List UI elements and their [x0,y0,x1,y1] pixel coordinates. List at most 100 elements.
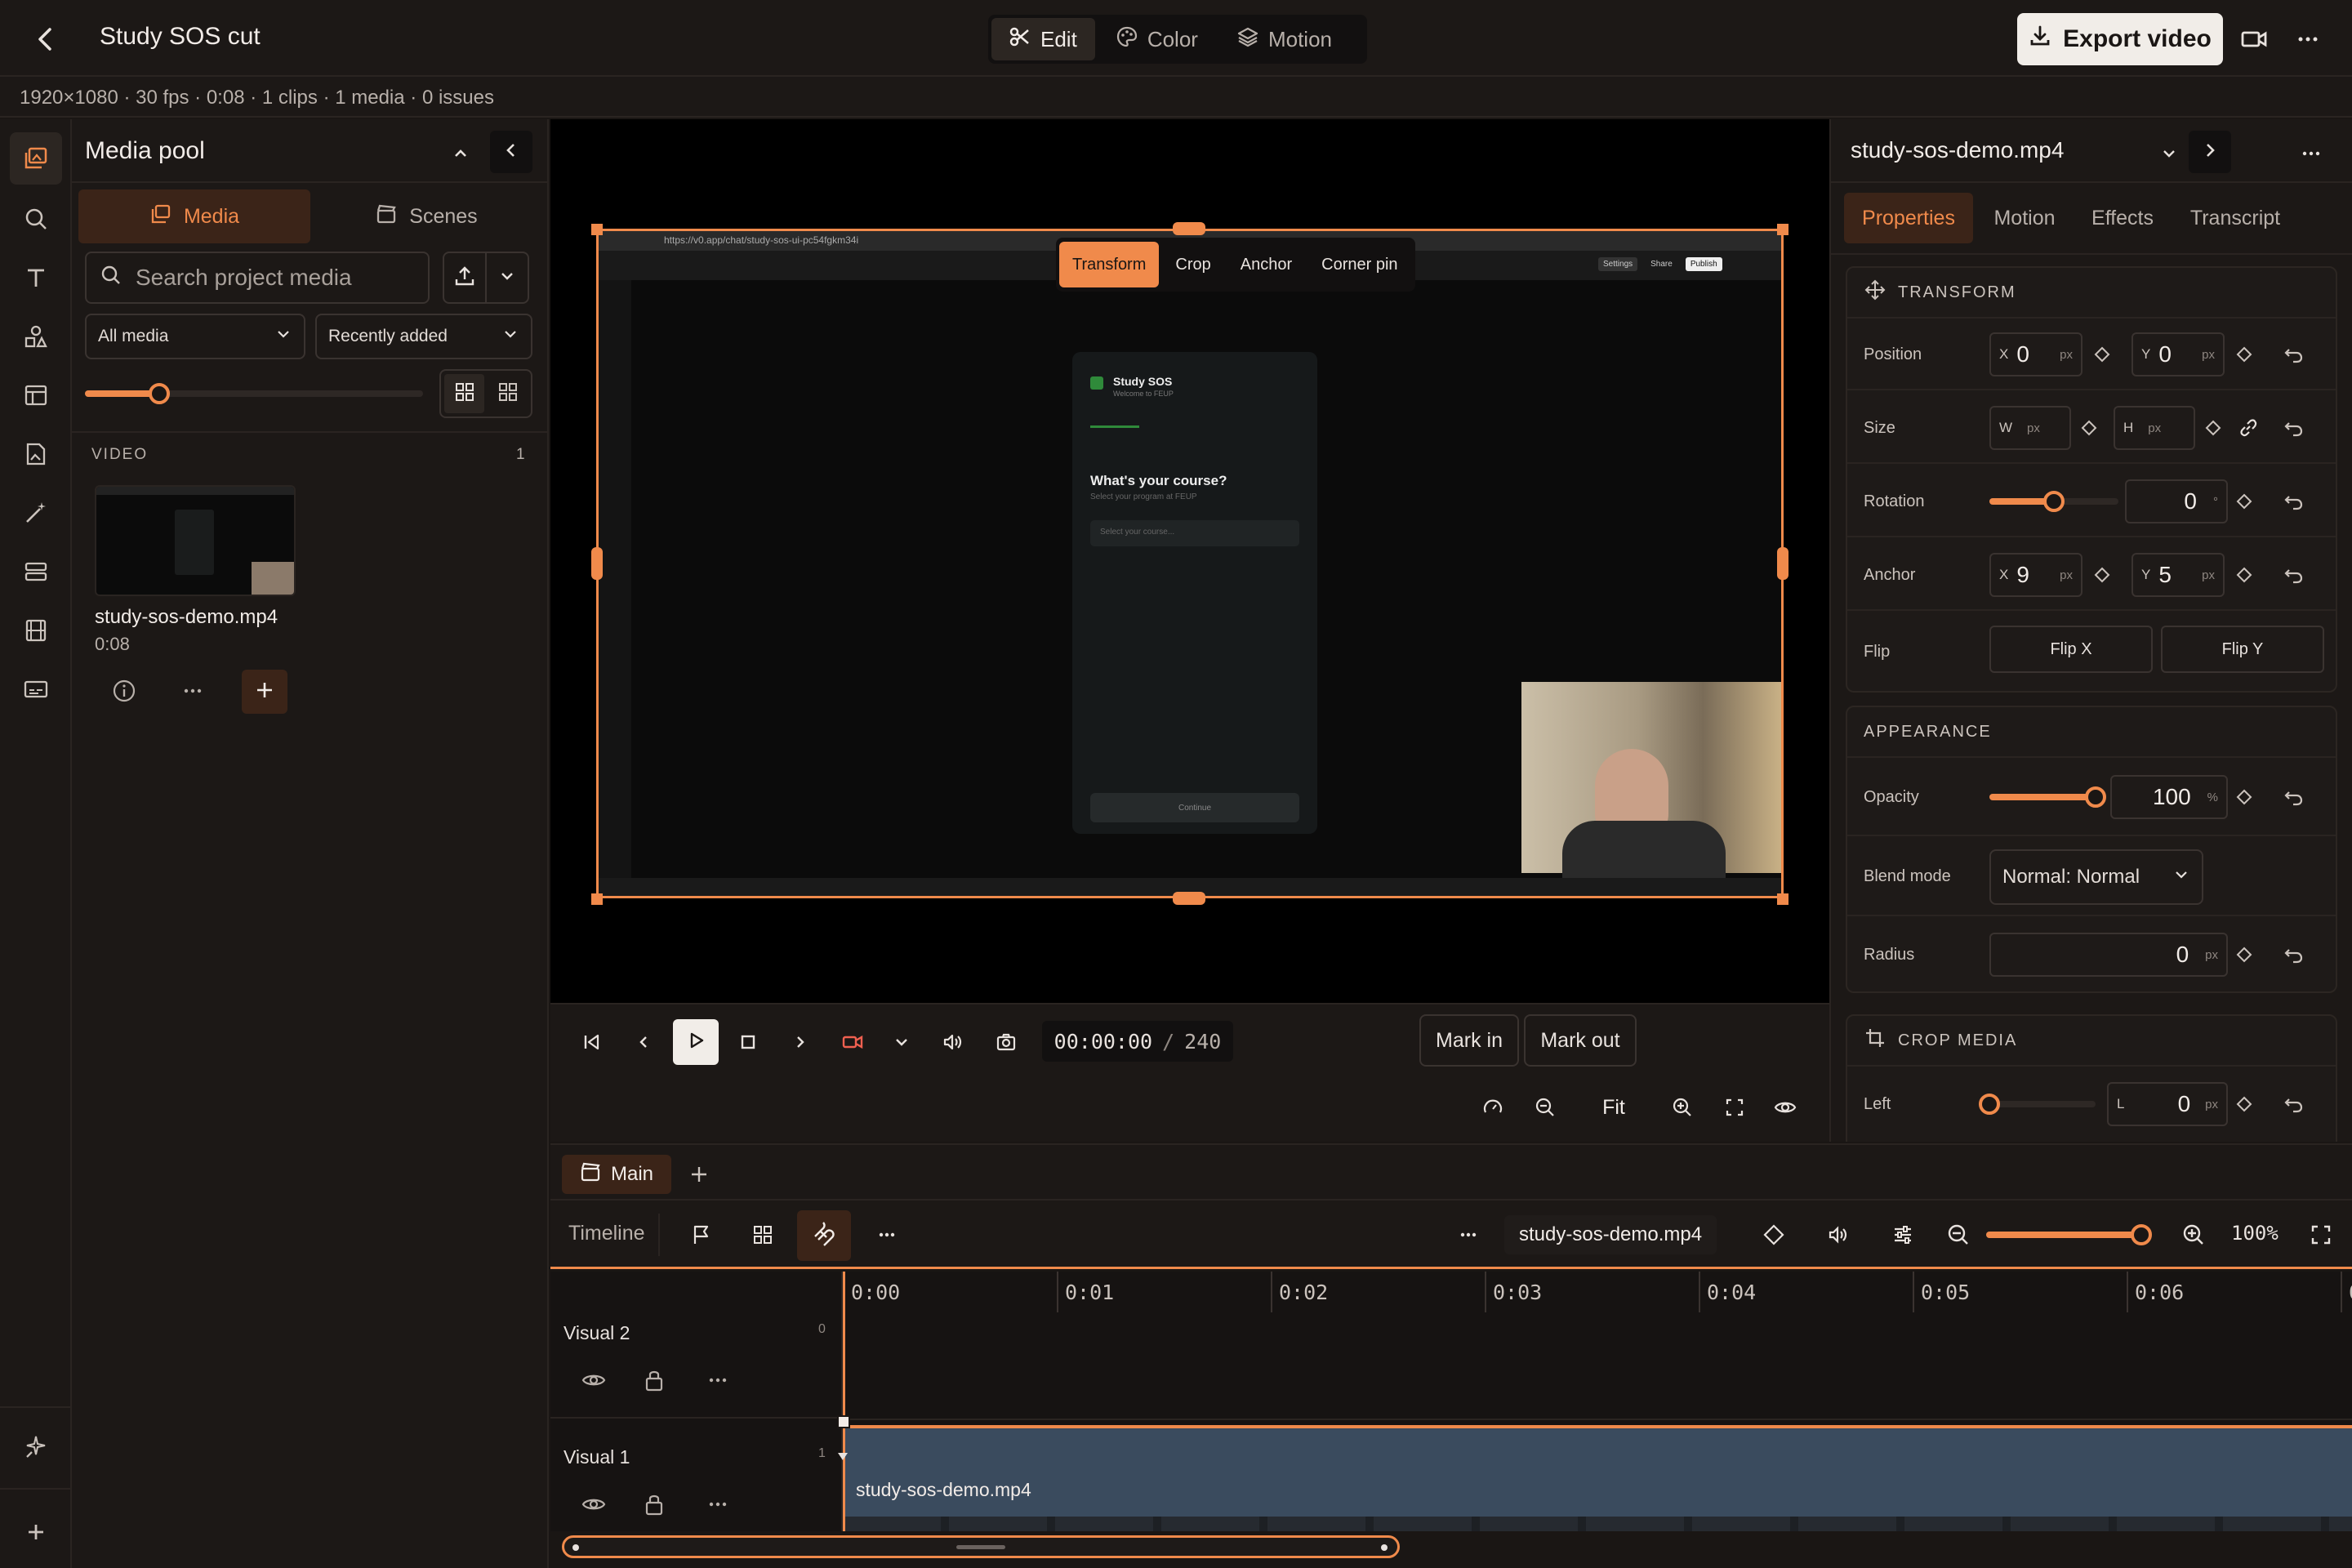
film-icon[interactable] [18,612,54,648]
media-search-input[interactable]: Search project media [85,252,430,304]
more-icon[interactable] [2292,23,2324,56]
slider-thumb[interactable] [2131,1224,2152,1245]
flag-marker-icon[interactable] [679,1214,722,1256]
mode-edit-button[interactable]: Edit [991,18,1095,60]
grid-snap-icon[interactable] [742,1214,784,1256]
keyframe-diamond-icon[interactable] [2078,416,2100,439]
eye-icon[interactable] [580,1366,608,1394]
crop-left-slider[interactable] [1979,1094,2096,1115]
add-sequence-icon[interactable] [684,1160,714,1189]
mode-color-button[interactable]: Color [1098,18,1216,60]
keyframe-diamond-icon[interactable] [2233,1093,2256,1116]
collapse-up-icon[interactable] [446,139,475,168]
subtitles-icon[interactable] [18,671,54,707]
magic-wand-icon[interactable] [18,495,54,531]
more-icon[interactable] [1447,1214,1490,1256]
play-button[interactable] [673,1019,719,1065]
shapes-icon[interactable] [18,318,54,354]
text-icon[interactable] [18,260,54,296]
grid-large-view-button[interactable] [444,374,484,413]
magnet-snap-button[interactable] [797,1210,851,1261]
size-width-field[interactable]: Wpx [1989,406,2071,450]
keyframe-diamond-icon[interactable] [1753,1214,1795,1256]
tab-transform[interactable]: Transform [1059,242,1160,287]
keyframe-diamond-icon[interactable] [2202,416,2225,439]
keyframe-diamond-icon[interactable] [2233,786,2256,808]
volume-icon[interactable] [931,1021,973,1063]
crop-media-header[interactable]: CROP MEDIA [1847,1016,2336,1067]
radius-field[interactable]: 0 px [1989,933,2228,977]
reset-icon[interactable] [2280,1090,2308,1118]
zoom-fit-button[interactable]: Fit [1584,1091,1643,1124]
tab-anchor[interactable]: Anchor [1227,242,1305,287]
chevron-down-icon[interactable] [880,1021,923,1063]
track-collapse-caret-icon[interactable] [838,1453,848,1460]
keyframe-diamond-icon[interactable] [2091,343,2114,366]
info-icon[interactable] [109,676,139,706]
rotation-field[interactable]: 0 ° [2125,479,2228,523]
scrollbar-start-handle[interactable] [572,1544,579,1551]
handle-right[interactable] [1777,547,1788,580]
stop-icon[interactable] [727,1021,769,1063]
zoom-in-icon[interactable] [1661,1086,1704,1129]
opacity-slider[interactable] [1989,786,2106,808]
eye-icon[interactable] [1764,1086,1806,1129]
volume-icon[interactable] [1816,1214,1859,1256]
preview-canvas[interactable]: https://v0.app/chat/study-sos-ui-pc54fgk… [596,229,1784,898]
tab-effects[interactable]: Effects [2076,193,2169,243]
zoom-out-icon[interactable] [1937,1214,1980,1256]
anchor-x-field[interactable]: X 9 px [1989,553,2082,597]
reset-icon[interactable] [2280,561,2308,589]
tab-main-sequence[interactable]: Main [562,1155,671,1194]
chevron-down-icon[interactable] [2154,139,2184,168]
export-video-button[interactable]: Export video [2017,13,2223,65]
eye-icon[interactable] [580,1490,608,1518]
opacity-field[interactable]: 100% [2110,775,2228,819]
add-to-timeline-button[interactable] [242,670,287,714]
link-chain-icon[interactable] [2234,414,2262,442]
back-icon[interactable] [29,23,62,56]
tab-motion[interactable]: Motion [1978,193,2071,243]
size-height-field[interactable]: Hpx [2114,406,2195,450]
snapshot-camera-icon[interactable] [985,1021,1027,1063]
tab-properties[interactable]: Properties [1844,193,1973,243]
mode-motion-button[interactable]: Motion [1219,18,1350,60]
handle-bottom-right[interactable] [1777,893,1788,905]
tab-crop[interactable]: Crop [1162,242,1223,287]
reset-icon[interactable] [2280,341,2308,368]
previous-frame-icon[interactable] [622,1021,665,1063]
position-x-field[interactable]: X 0 px [1989,332,2082,376]
media-thumbnail[interactable] [95,485,296,596]
grid-small-view-button[interactable] [488,374,528,413]
keyframe-diamond-icon[interactable] [2233,490,2256,513]
slider-thumb[interactable] [1979,1094,2000,1115]
tab-scenes[interactable]: Scenes [310,189,542,243]
timeline-ruler[interactable]: 0:00 0:01 0:02 0:03 0:04 0:05 0:06 0:07 [550,1272,2352,1312]
video-camera-icon[interactable] [2238,23,2270,56]
record-camera-icon[interactable] [831,1021,874,1063]
handle-top-left[interactable] [591,224,603,235]
upload-options-button[interactable] [487,253,528,302]
playhead-handle[interactable] [837,1415,850,1428]
timecode-display[interactable]: 00:00:00 / 240 [1042,1021,1233,1062]
more-icon[interactable] [866,1214,908,1256]
tab-transcript[interactable]: Transcript [2174,193,2296,243]
media-library-icon[interactable] [10,132,62,185]
flip-y-button[interactable]: Flip Y [2161,626,2324,673]
anchor-y-field[interactable]: Y 5 px [2132,553,2225,597]
next-clip-button[interactable] [2189,131,2231,173]
layout-icon[interactable] [18,377,54,413]
speed-gauge-icon[interactable] [1472,1086,1514,1129]
reset-icon[interactable] [2280,414,2308,442]
zoom-out-icon[interactable] [1524,1086,1566,1129]
keyframe-diamond-icon[interactable] [2233,943,2256,966]
appearance-header[interactable]: APPEARANCE [1847,707,2336,758]
slider-thumb[interactable] [149,383,171,404]
zoom-in-icon[interactable] [2172,1214,2215,1256]
scrollbar-end-handle[interactable] [1381,1544,1388,1551]
keyframe-diamond-icon[interactable] [2233,343,2256,366]
selected-clip-name[interactable]: study-sos-demo.mp4 [1504,1215,1717,1254]
media-type-filter[interactable]: All media [85,314,305,359]
transform-header[interactable]: TRANSFORM [1847,268,2336,318]
next-frame-icon[interactable] [779,1021,822,1063]
